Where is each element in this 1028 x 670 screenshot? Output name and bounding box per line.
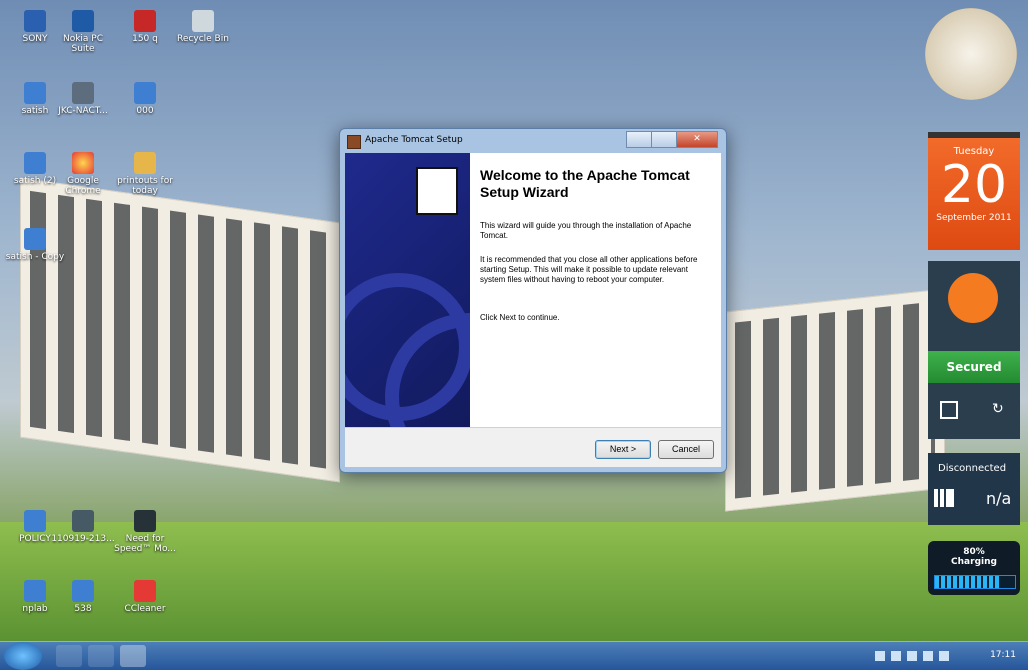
game-icon <box>134 510 156 532</box>
desktop-icon[interactable]: 538 <box>48 580 118 614</box>
close-button[interactable]: ✕ <box>676 131 718 148</box>
minimize-button[interactable] <box>626 131 653 148</box>
next-button[interactable]: Next > <box>595 440 651 459</box>
explorer-taskbar-icon[interactable] <box>88 645 114 667</box>
avast-gadget[interactable]: Secured ↻ <box>928 261 1020 439</box>
icon-label: 110919-213... <box>51 534 115 544</box>
icon-label: Google Chrome <box>65 176 101 196</box>
taskbar: 17:11 <box>0 641 1028 670</box>
ccleaner-icon <box>134 580 156 602</box>
wizard-sidebar-image <box>345 153 470 427</box>
desktop-icon[interactable]: satish - Copy <box>0 228 70 262</box>
pdf-icon <box>134 10 156 32</box>
wizard-content: Welcome to the Apache Tomcat Setup Wizar… <box>470 153 721 427</box>
maximize-button[interactable] <box>651 131 678 148</box>
desktop-icon[interactable]: 000 <box>110 82 180 116</box>
icon-label: Recycle Bin <box>177 34 229 44</box>
battery-bar <box>934 575 1016 589</box>
word-doc-icon <box>24 82 46 104</box>
battery-fill <box>935 576 999 588</box>
icon-label: printouts for today <box>117 176 173 196</box>
icon-label: POLICY <box>19 534 51 544</box>
word-doc-icon <box>72 580 94 602</box>
icon-label: 538 <box>74 604 92 614</box>
nokia-icon <box>72 10 94 32</box>
desktop-icon[interactable]: Google Chrome <box>48 152 118 196</box>
wizard-paragraph: This wizard will guide you through the i… <box>480 221 692 240</box>
installer-package-icon <box>416 167 458 215</box>
icon-label: Need for Speed™ Mo... <box>114 534 176 554</box>
wizard-heading: Welcome to the Apache Tomcat Setup Wizar… <box>480 167 690 200</box>
icon-label: nplab <box>22 604 48 614</box>
tray-icons[interactable] <box>875 651 955 661</box>
cancel-button[interactable]: Cancel <box>658 440 714 459</box>
wizard-paragraph: It is recommended that you close all oth… <box>480 255 698 284</box>
setup-taskbar-icon[interactable] <box>120 645 146 667</box>
dialog-client: Welcome to the Apache Tomcat Setup Wizar… <box>345 153 721 467</box>
start-button[interactable] <box>4 642 42 670</box>
refresh-icon[interactable]: ↻ <box>992 401 1004 417</box>
desktop-icon[interactable]: Recycle Bin <box>168 10 238 44</box>
signal-bars-icon <box>934 489 954 507</box>
clock-gadget[interactable] <box>925 8 1017 100</box>
icon-label: satish - Copy <box>5 252 65 262</box>
wizard-paragraph: Click Next to continue. <box>480 313 560 322</box>
icon-label: CCleaner <box>124 604 166 614</box>
word-doc-icon <box>24 152 46 174</box>
avast-logo-icon <box>948 273 998 323</box>
battery-gadget[interactable]: 80% Charging <box>928 541 1020 595</box>
building-left <box>20 177 340 483</box>
icon-label: 150 q <box>132 34 158 44</box>
calendar-month-year: September 2011 <box>936 213 1012 223</box>
tomcat-app-icon <box>347 135 361 149</box>
dialog-title: Apache Tomcat Setup <box>365 135 463 145</box>
taskbar-clock[interactable]: 17:11 <box>990 650 1016 660</box>
chrome-icon <box>72 152 94 174</box>
desktop-icon[interactable]: JKC-NACT... <box>48 82 118 116</box>
network-gadget[interactable]: Disconnected n/a <box>928 453 1020 525</box>
building-right <box>725 288 945 512</box>
word-doc-icon <box>24 510 46 532</box>
title-bar[interactable]: Apache Tomcat Setup ✕ <box>340 129 726 153</box>
word-doc-icon <box>134 82 156 104</box>
setup-dialog: Apache Tomcat Setup ✕ Welcome to the Apa… <box>339 128 727 473</box>
battery-percent: 80% <box>963 547 985 557</box>
icon-label: SONY <box>22 34 48 44</box>
icon-label: Nokia PC Suite <box>62 34 104 54</box>
desktop-icon[interactable]: Need for Speed™ Mo... <box>110 510 180 554</box>
calendar-gadget[interactable]: Tuesday 20 September 2011 <box>928 132 1020 250</box>
recycle-bin-icon <box>192 10 214 32</box>
battery-state: Charging <box>951 557 997 567</box>
file-icon <box>72 82 94 104</box>
desktop-icon[interactable]: CCleaner <box>110 580 180 614</box>
desktop-icon[interactable]: printouts for today <box>110 152 180 196</box>
network-value: n/a <box>986 489 1012 508</box>
computer-icon <box>24 10 46 32</box>
folder-icon <box>134 152 156 174</box>
icon-label: 000 <box>136 106 154 116</box>
icon-label: JKC-NACT... <box>58 106 108 116</box>
avast-status: Secured <box>928 351 1020 383</box>
window-icon[interactable] <box>940 401 958 419</box>
calendar-day: 20 <box>940 155 1008 215</box>
ie-taskbar-icon[interactable] <box>56 645 82 667</box>
network-status: Disconnected <box>938 463 1007 474</box>
desktop-icon[interactable]: Nokia PC Suite <box>48 10 118 54</box>
desktop-icon[interactable]: 110919-213... <box>48 510 118 544</box>
word-doc-icon <box>24 580 46 602</box>
word-doc-icon <box>24 228 46 250</box>
icon-label: satish <box>21 106 49 116</box>
file-icon <box>72 510 94 532</box>
wizard-footer: Next > Cancel <box>345 427 721 468</box>
